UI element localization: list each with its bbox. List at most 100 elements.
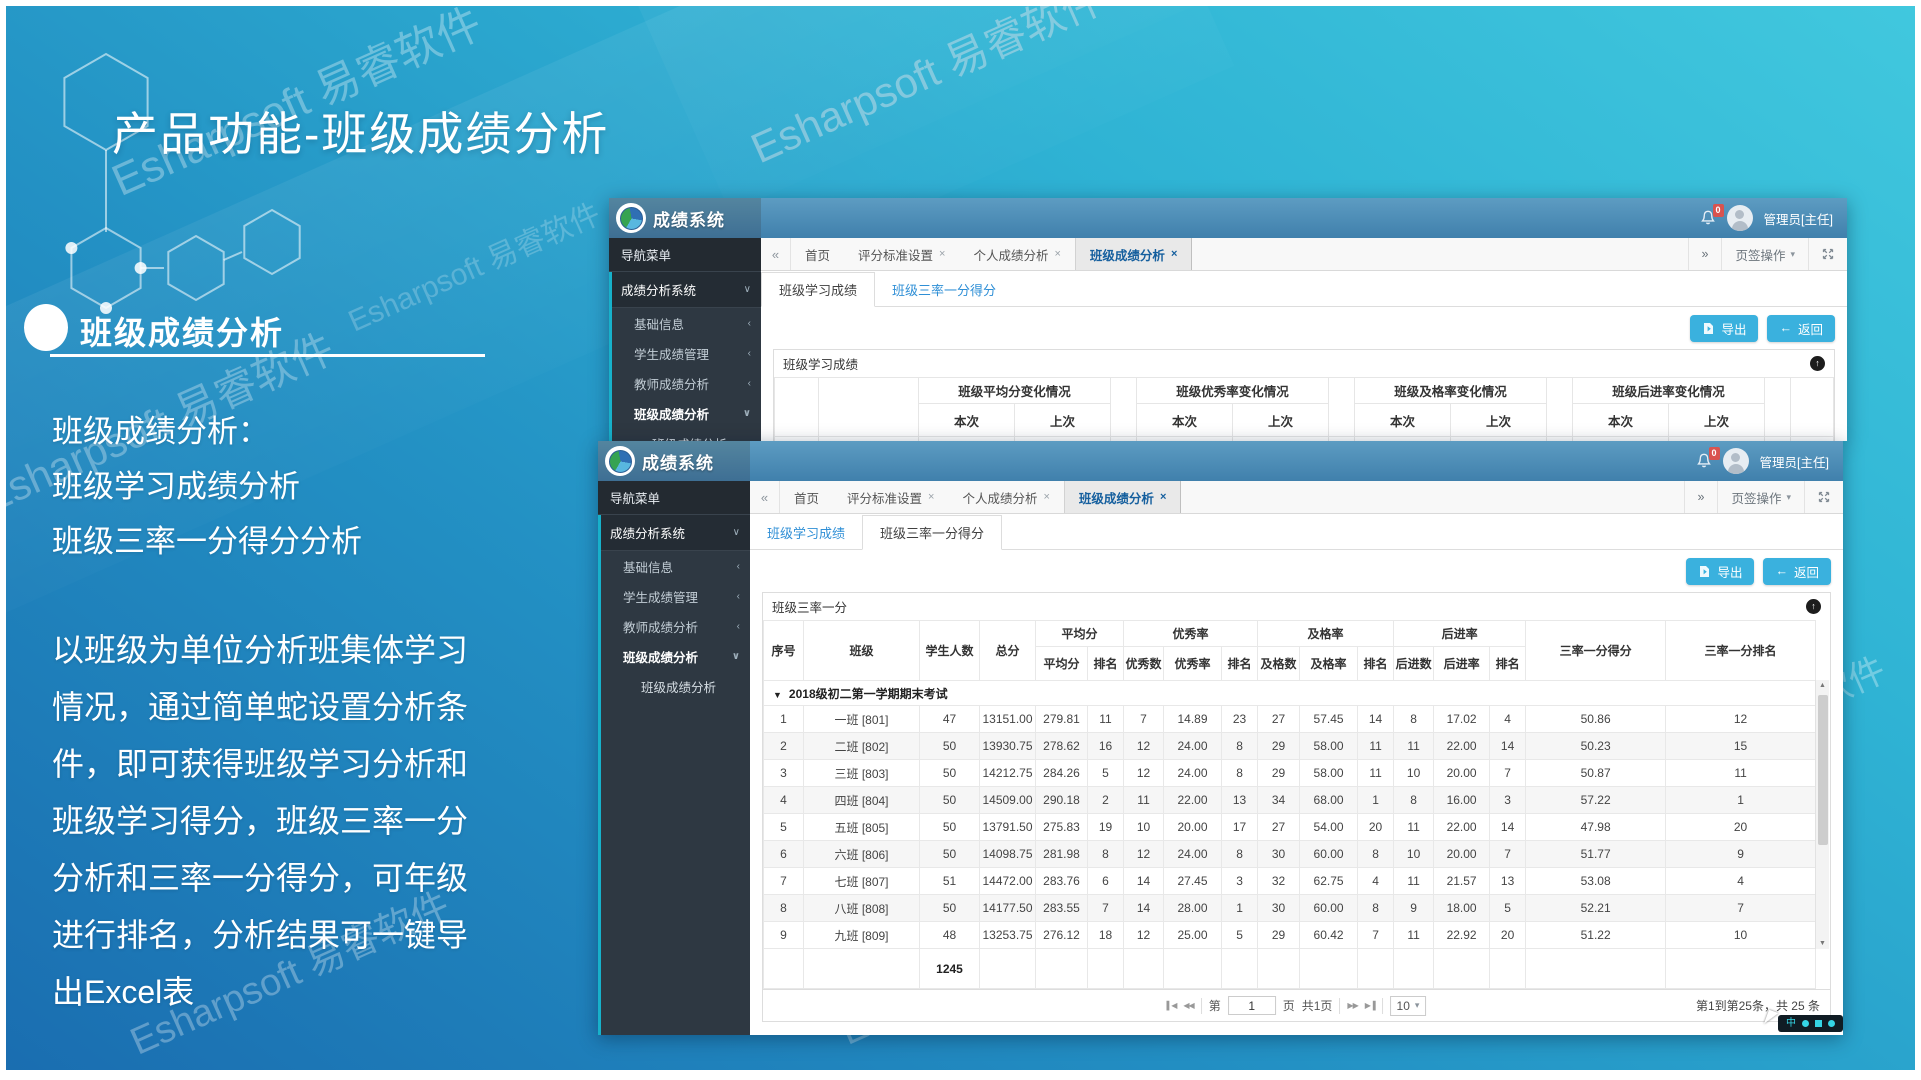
user-label[interactable]: 管理员[主任] bbox=[1760, 452, 1829, 471]
background-streak bbox=[600, 0, 1921, 212]
button-label: 导出 bbox=[1721, 319, 1746, 338]
scroll-up-icon[interactable]: ▲ bbox=[1816, 682, 1829, 689]
tab-bar: « 首页 评分标准设置× 个人成绩分析× 班级成绩分析× » 页签操作▾ bbox=[750, 481, 1843, 514]
export-button[interactable]: 导出 bbox=[1686, 558, 1754, 585]
table-cell: 11 bbox=[1394, 814, 1434, 841]
exam-group-row[interactable]: ▼2018级初二第一学期期末考试 bbox=[764, 681, 1816, 706]
vertical-scrollbar[interactable]: ▲ ▼ bbox=[1815, 680, 1829, 949]
fullscreen-icon[interactable] bbox=[1804, 481, 1843, 513]
user-label[interactable]: 管理员[主任] bbox=[1764, 209, 1833, 228]
sidebar-group-score-analysis[interactable]: 成绩分析系统 ∨ bbox=[612, 272, 761, 308]
page-number-input[interactable] bbox=[1228, 996, 1276, 1015]
sidebar-item-teacher-analysis[interactable]: 教师成绩分析 ‹ bbox=[601, 611, 750, 641]
table-row[interactable]: 1一班 [801]4713151.00279.8111714.89232757.… bbox=[764, 706, 1816, 733]
scrollbar-thumb[interactable] bbox=[1818, 695, 1828, 845]
tab-bar: « 首页 评分标准设置× 个人成绩分析× 班级成绩分析× » 页签操作▾ bbox=[761, 238, 1847, 271]
back-button[interactable]: ← 返回 bbox=[1763, 558, 1831, 585]
table-cell: 279.81 bbox=[1036, 706, 1088, 733]
ime-settings-icon[interactable] bbox=[1828, 1020, 1835, 1027]
ime-option-icon[interactable] bbox=[1802, 1020, 1809, 1027]
next-page-icon[interactable]: ▶▶ bbox=[1347, 1001, 1357, 1010]
chevron-down-icon: ∨ bbox=[733, 527, 740, 538]
notification-bell-icon[interactable]: 0 bbox=[1696, 453, 1712, 469]
sidebar-item-basic-info[interactable]: 基础信息 ‹ bbox=[612, 308, 761, 338]
subtab-three-rates-score[interactable]: 班级三率一分得分 bbox=[862, 515, 1002, 550]
tab-scoring-standard[interactable]: 评分标准设置× bbox=[844, 238, 959, 270]
tab-class-analysis[interactable]: 班级成绩分析× bbox=[1064, 481, 1181, 513]
table-cell: 5 bbox=[1088, 760, 1124, 787]
subtab-three-rates-score[interactable]: 班级三率一分得分 bbox=[875, 272, 1013, 307]
tab-scoring-standard[interactable]: 评分标准设置× bbox=[833, 481, 948, 513]
sidebar-item-student-scores[interactable]: 学生成绩管理 ‹ bbox=[601, 581, 750, 611]
subtab-class-learning-score[interactable]: 班级学习成绩 bbox=[750, 515, 862, 550]
subtab-class-learning-score[interactable]: 班级学习成绩 bbox=[761, 272, 875, 307]
table-row[interactable]: 8八班 [808]5014177.50283.5571428.0013060.0… bbox=[764, 895, 1816, 922]
table-row[interactable]: 9九班 [809]4813253.75276.12181225.0052960.… bbox=[764, 922, 1816, 949]
app-header: 成绩系统 0 管理员[主任] bbox=[609, 198, 1847, 238]
notification-bell-icon[interactable]: 0 bbox=[1700, 210, 1716, 226]
table-cell: 50 bbox=[920, 841, 980, 868]
sidebar-group-score-analysis[interactable]: 成绩分析系统 ∨ bbox=[601, 515, 750, 551]
panel-collapse-icon[interactable]: ↑ bbox=[1810, 356, 1825, 371]
sidebar-item-teacher-analysis[interactable]: 教师成绩分析 ‹ bbox=[612, 368, 761, 398]
avatar[interactable] bbox=[1723, 448, 1749, 474]
scroll-tabs-right-icon[interactable]: » bbox=[1684, 481, 1718, 513]
table-cell: 32 bbox=[1258, 868, 1300, 895]
tab-operations-dropdown[interactable]: 页签操作▾ bbox=[1721, 238, 1808, 270]
prev-page-icon[interactable]: ◀◀ bbox=[1183, 1001, 1193, 1010]
ime-mode-icon[interactable]: 中 bbox=[1786, 1019, 1796, 1029]
scroll-tabs-left-icon[interactable]: « bbox=[750, 481, 780, 513]
ime-tool-icon[interactable] bbox=[1815, 1020, 1822, 1027]
export-button[interactable]: 导出 bbox=[1690, 315, 1758, 342]
table-cell: 24.00 bbox=[1164, 841, 1222, 868]
scroll-tabs-right-icon[interactable]: » bbox=[1688, 238, 1722, 270]
ime-toolbar: 中 bbox=[1766, 1012, 1843, 1032]
table-cell: 51 bbox=[920, 868, 980, 895]
back-button[interactable]: ← 返回 bbox=[1767, 315, 1835, 342]
table-cell: 8 bbox=[1222, 733, 1258, 760]
sidebar-item-class-analysis[interactable]: 班级成绩分析 ∨ bbox=[612, 398, 761, 428]
table-row[interactable]: 7七班 [807]5114472.00283.7661427.4533262.7… bbox=[764, 868, 1816, 895]
tab-operations-dropdown[interactable]: 页签操作▾ bbox=[1717, 481, 1804, 513]
sidebar-subitem-class-analysis[interactable]: 班级成绩分析 bbox=[612, 428, 761, 441]
description-text: 以班级为单位分析班集体学习 情况，通过简单蛇设置分析条 件，即可获得班级学习分析… bbox=[52, 622, 468, 1021]
last-page-icon[interactable]: ▶▐ bbox=[1365, 1001, 1375, 1010]
sidebar-subitem-class-analysis[interactable]: 班级成绩分析 bbox=[601, 671, 750, 701]
column-header: 平均分 bbox=[1036, 647, 1088, 681]
close-icon[interactable]: × bbox=[1160, 491, 1166, 503]
page-size-select[interactable]: 10 ▾ bbox=[1390, 996, 1427, 1016]
sidebar-item-class-analysis[interactable]: 班级成绩分析 ∨ bbox=[601, 641, 750, 671]
first-page-icon[interactable]: ▌◀ bbox=[1167, 1001, 1177, 1010]
sub-tab-bar: 班级学习成绩 班级三率一分得分 bbox=[750, 514, 1843, 550]
tab-class-analysis[interactable]: 班级成绩分析× bbox=[1075, 238, 1192, 270]
table-cell: 20 bbox=[1666, 814, 1816, 841]
close-icon[interactable]: × bbox=[939, 248, 945, 260]
table-row[interactable]: 6六班 [806]5014098.75281.9881224.0083060.0… bbox=[764, 841, 1816, 868]
close-icon[interactable]: × bbox=[1171, 248, 1177, 260]
scroll-down-icon[interactable]: ▼ bbox=[1816, 940, 1829, 947]
sidebar-accordion: 成绩分析系统 ∨ 基础信息 ‹ 学生成绩管理 ‹ 教师成绩分析 ‹ bbox=[598, 515, 750, 1035]
table-cell: 14212.75 bbox=[980, 760, 1036, 787]
table-row[interactable]: 3三班 [803]5014212.75284.2651224.0082958.0… bbox=[764, 760, 1816, 787]
close-icon[interactable]: × bbox=[928, 491, 934, 503]
sidebar-item-basic-info[interactable]: 基础信息 ‹ bbox=[601, 551, 750, 581]
tab-personal-analysis[interactable]: 个人成绩分析× bbox=[948, 481, 1063, 513]
sidebar-item-student-scores[interactable]: 学生成绩管理 ‹ bbox=[612, 338, 761, 368]
table-row[interactable]: 4四班 [804]5014509.00290.1821122.00133468.… bbox=[764, 787, 1816, 814]
close-icon[interactable]: × bbox=[1054, 248, 1060, 260]
table-row[interactable]: 5五班 [805]5013791.50275.83191020.00172754… bbox=[764, 814, 1816, 841]
avatar[interactable] bbox=[1727, 205, 1753, 231]
scroll-tabs-left-icon[interactable]: « bbox=[761, 238, 791, 270]
tab-personal-analysis[interactable]: 个人成绩分析× bbox=[959, 238, 1074, 270]
panel-collapse-icon[interactable]: ↑ bbox=[1806, 599, 1821, 614]
table-cell: 8 bbox=[764, 895, 804, 922]
tab-home[interactable]: 首页 bbox=[791, 238, 844, 270]
chevron-left-icon: ‹ bbox=[737, 591, 740, 602]
table-cell: 57.45 bbox=[1300, 706, 1358, 733]
close-icon[interactable]: × bbox=[1043, 491, 1049, 503]
tab-home[interactable]: 首页 bbox=[780, 481, 833, 513]
table-cell: 50 bbox=[920, 814, 980, 841]
ime-status-bar[interactable]: 中 bbox=[1778, 1015, 1843, 1032]
fullscreen-icon[interactable] bbox=[1808, 238, 1847, 270]
table-row[interactable]: 2二班 [802]5013930.75278.62161224.0082958.… bbox=[764, 733, 1816, 760]
